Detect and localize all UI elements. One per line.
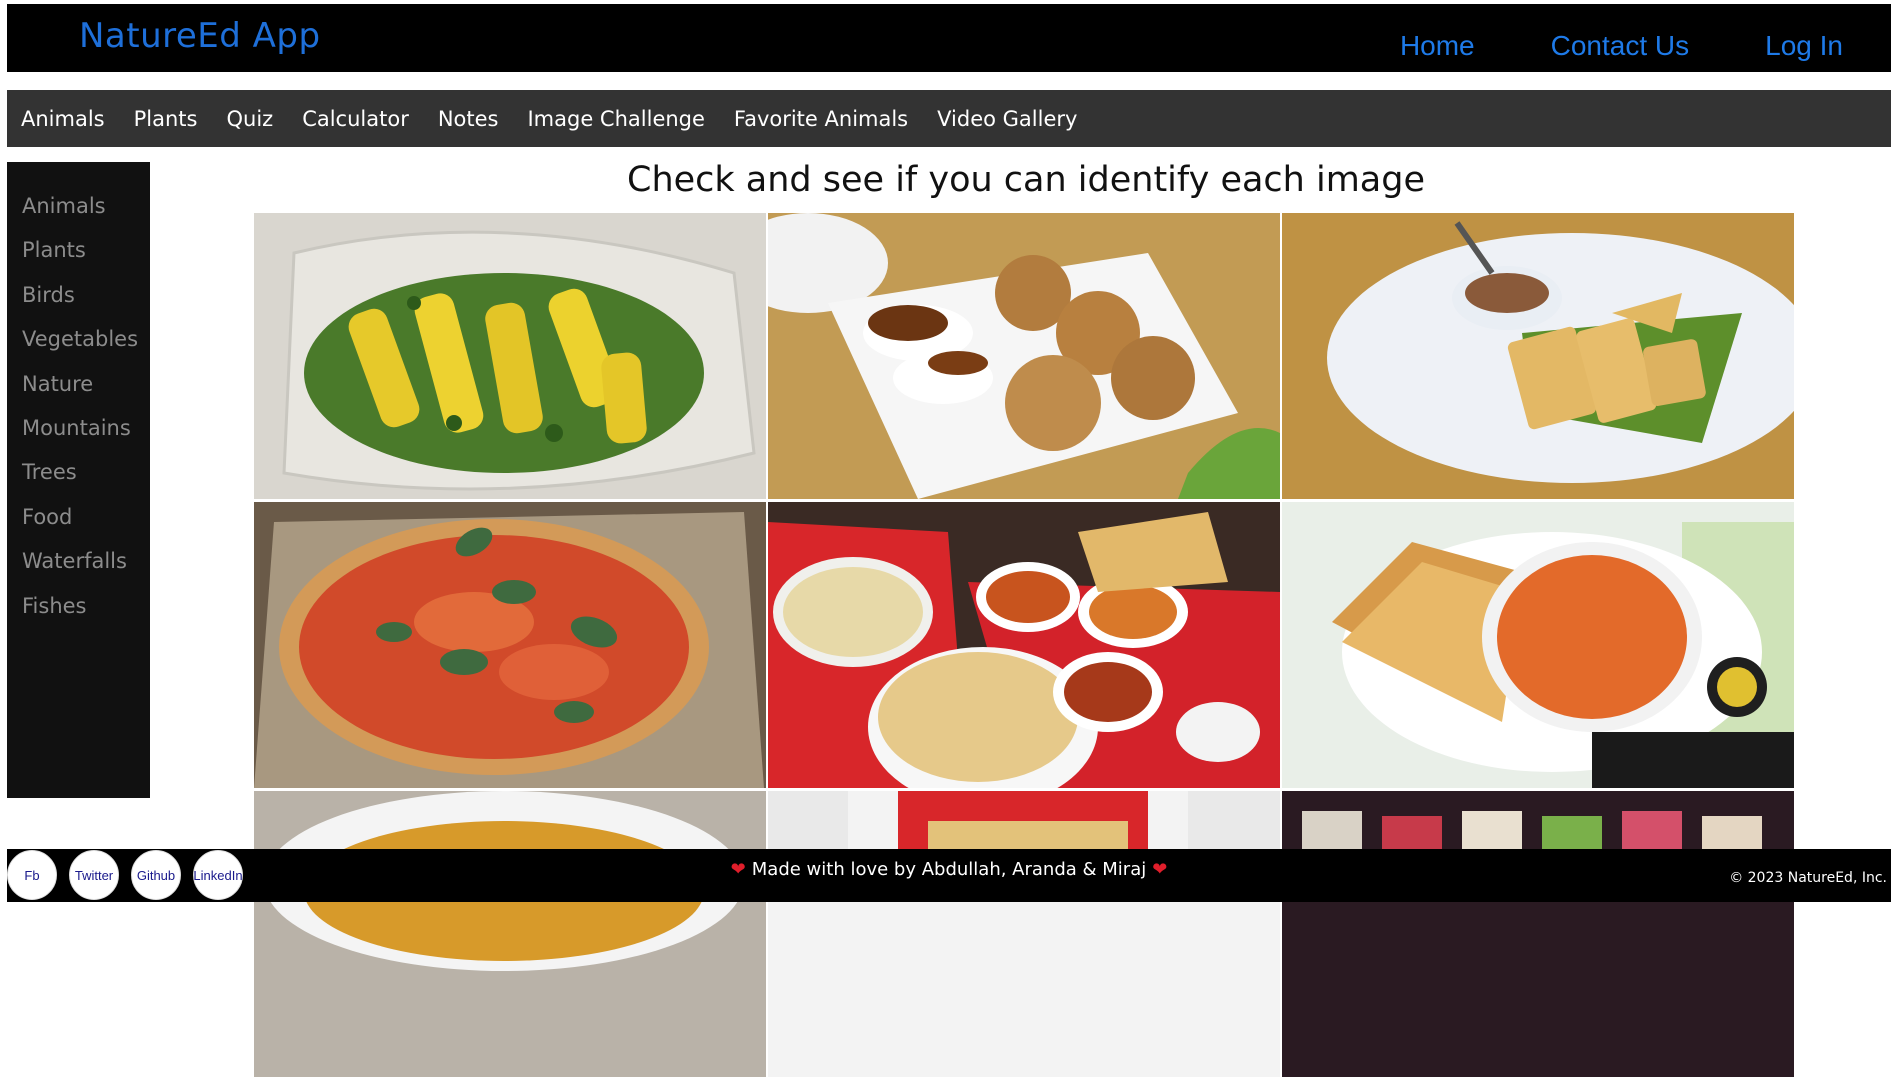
nav-item-calculator[interactable]: Calculator [302, 107, 409, 131]
nav-item-image-challenge[interactable]: Image Challenge [527, 107, 704, 131]
food-image-grilled-cheese-soup[interactable] [1282, 502, 1794, 788]
home-link[interactable]: Home [1400, 30, 1475, 62]
food-image-dhokla[interactable] [1282, 213, 1794, 499]
sidebar-item-plants[interactable]: Plants [7, 228, 150, 272]
sidebar-item-birds[interactable]: Birds [7, 273, 150, 317]
github-link[interactable]: Github [131, 850, 181, 900]
page-title: Check and see if you can identify each i… [627, 160, 1425, 200]
facebook-link[interactable]: Fb [7, 850, 57, 900]
sidebar-item-vegetables[interactable]: Vegetables [7, 317, 150, 361]
heart-icon: ❤ [1152, 859, 1168, 880]
copyright-text: © 2023 NatureEd, Inc. [1729, 870, 1887, 886]
sidebar-item-animals[interactable]: Animals [7, 184, 150, 228]
image-grid [254, 213, 1798, 1077]
sidebar: Animals Plants Birds Vegetables Nature M… [7, 162, 150, 798]
footer-credit-text: Made with love by Abdullah, Aranda & Mir… [751, 859, 1147, 880]
twitter-link[interactable]: Twitter [69, 850, 119, 900]
food-image-pizza[interactable] [254, 502, 766, 788]
food-image-cakes[interactable] [1282, 791, 1794, 1077]
sidebar-item-food[interactable]: Food [7, 495, 150, 539]
contact-us-link[interactable]: Contact Us [1551, 30, 1690, 62]
nav-item-plants[interactable]: Plants [134, 107, 198, 131]
food-image-naan-curry[interactable] [768, 502, 1280, 788]
log-in-link[interactable]: Log In [1765, 30, 1843, 62]
food-image-samosa[interactable] [768, 213, 1280, 499]
sidebar-item-nature[interactable]: Nature [7, 362, 150, 406]
heart-icon: ❤ [730, 859, 746, 880]
sidebar-item-trees[interactable]: Trees [7, 450, 150, 494]
footer: ❤ Made with love by Abdullah, Aranda & Mi… [7, 849, 1891, 902]
nav-item-video-gallery[interactable]: Video Gallery [937, 107, 1077, 131]
social-links: Fb Twitter Github LinkedIn [7, 850, 243, 900]
food-image-khandvi[interactable] [254, 213, 766, 499]
sidebar-item-waterfalls[interactable]: Waterfalls [7, 539, 150, 583]
top-header: NatureEd App Home Contact Us Log In [7, 4, 1891, 72]
sidebar-item-mountains[interactable]: Mountains [7, 406, 150, 450]
nav-item-animals[interactable]: Animals [21, 107, 105, 131]
nav-item-notes[interactable]: Notes [438, 107, 499, 131]
footer-message: ❤ Made with love by Abdullah, Aranda & Mi… [7, 859, 1891, 880]
brand-title[interactable]: NatureEd App [79, 16, 321, 56]
sidebar-item-fishes[interactable]: Fishes [7, 584, 150, 628]
top-nav-links: Home Contact Us Log In [1400, 30, 1843, 62]
food-image-dal[interactable] [254, 791, 766, 1077]
nav-item-favorite-animals[interactable]: Favorite Animals [734, 107, 908, 131]
linkedin-link[interactable]: LinkedIn [193, 850, 243, 900]
main-navbar: Animals Plants Quiz Calculator Notes Ima… [7, 90, 1891, 147]
food-image-burger[interactable] [768, 791, 1280, 1077]
nav-item-quiz[interactable]: Quiz [226, 107, 273, 131]
